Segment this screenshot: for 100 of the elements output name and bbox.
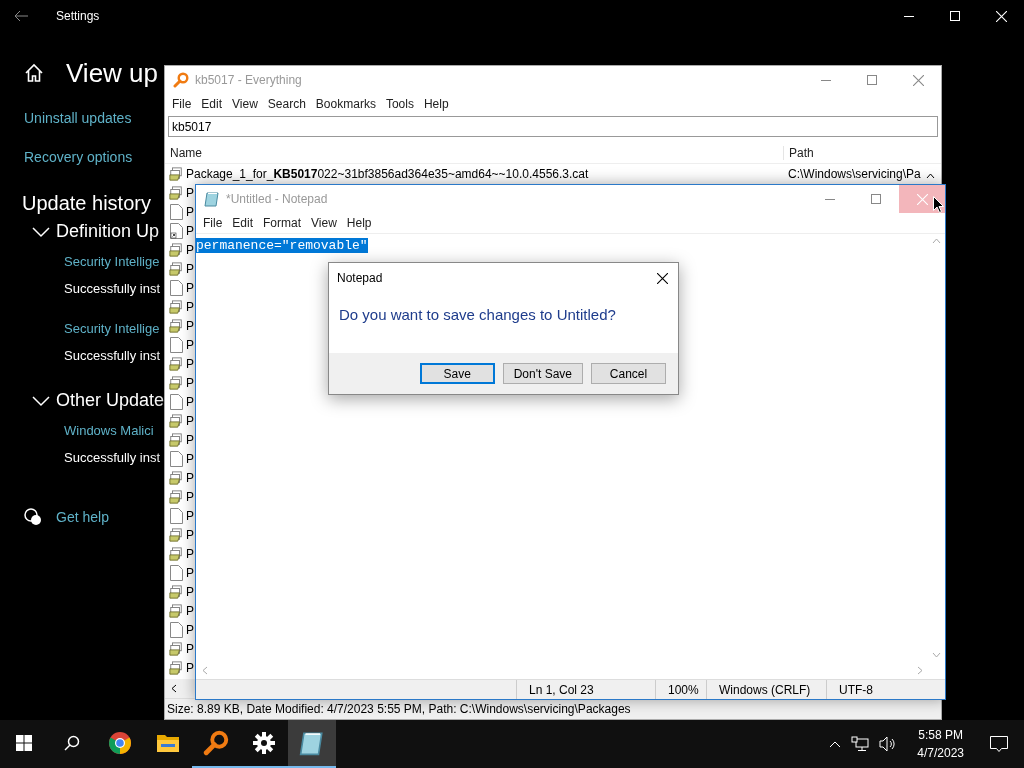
file-name[interactable]: P bbox=[183, 451, 194, 466]
taskbar-app[interactable] bbox=[288, 720, 336, 768]
package-file-icon bbox=[169, 545, 183, 562]
package-file-icon bbox=[169, 298, 183, 315]
dialog-message: Do you want to save changes to Untitled? bbox=[338, 305, 617, 325]
group-heading: Definition Up bbox=[56, 221, 160, 242]
file-name[interactable]: P bbox=[183, 204, 194, 219]
notepad-icon bbox=[204, 191, 220, 207]
file-name[interactable]: P bbox=[183, 413, 194, 428]
status-item: Ln 1, Col 23 bbox=[516, 680, 655, 699]
file-name[interactable]: P bbox=[183, 546, 194, 561]
file-icon bbox=[169, 507, 183, 524]
file-name[interactable]: P bbox=[183, 565, 194, 580]
scroll-up-icon[interactable] bbox=[926, 173, 935, 179]
package-file-icon bbox=[169, 165, 183, 182]
file-name[interactable]: P bbox=[183, 356, 194, 371]
dialog-button[interactable]: Cancel bbox=[591, 363, 666, 384]
menu-item[interactable]: Bookmarks bbox=[310, 97, 381, 111]
file-name[interactable]: P bbox=[183, 394, 194, 409]
file-name[interactable]: P bbox=[183, 622, 194, 637]
file-path: C:\Windows\servicing\Pa bbox=[787, 166, 922, 181]
package-file-icon bbox=[169, 659, 183, 676]
shortcut-file-icon bbox=[169, 222, 183, 239]
close-icon bbox=[656, 272, 668, 284]
file-icon bbox=[169, 621, 183, 638]
window-title: Settings bbox=[56, 9, 100, 23]
update-link[interactable]: Security Intellige bbox=[64, 254, 160, 269]
menu-item[interactable]: Edit bbox=[196, 97, 228, 111]
column-header[interactable]: Name bbox=[165, 145, 783, 160]
file-name[interactable]: P bbox=[183, 489, 194, 504]
file-name[interactable]: P bbox=[183, 470, 194, 485]
file-name[interactable]: P bbox=[183, 660, 194, 675]
menu-item[interactable]: Help bbox=[418, 97, 454, 111]
file-name[interactable]: P bbox=[183, 641, 194, 656]
menu-item[interactable]: File bbox=[198, 216, 228, 230]
maximize-icon bbox=[950, 11, 960, 21]
window-title: *Untitled - Notepad bbox=[226, 192, 328, 206]
file-icon bbox=[169, 450, 183, 467]
editor-text[interactable]: permanence="removable" bbox=[196, 238, 368, 253]
chevron-up-icon[interactable] bbox=[829, 740, 842, 748]
maximize-icon bbox=[867, 75, 877, 85]
menu-item[interactable]: Format bbox=[258, 216, 307, 230]
close-button[interactable] bbox=[899, 185, 945, 213]
file-icon bbox=[169, 203, 183, 220]
file-icon bbox=[169, 279, 183, 296]
menu-item[interactable]: Search bbox=[262, 97, 311, 111]
menu-item[interactable]: Tools bbox=[380, 97, 419, 111]
package-file-icon bbox=[169, 469, 183, 486]
package-file-icon bbox=[169, 355, 183, 372]
status-bar: Size: 8.89 KB, Date Modified: 4/7/2023 5:55 PM, Path: C:\Windows\servicing\Packages bbox=[165, 698, 941, 719]
windows-logo-icon bbox=[16, 735, 32, 751]
status-item: 100% bbox=[655, 680, 706, 699]
network-icon[interactable] bbox=[851, 736, 870, 752]
column-header[interactable]: Path bbox=[783, 145, 925, 160]
update-link[interactable]: Windows Malici bbox=[64, 423, 154, 438]
update-status: Successfully inst bbox=[64, 281, 161, 296]
file-icon bbox=[169, 393, 183, 410]
file-name[interactable]: P bbox=[183, 508, 194, 523]
file-name[interactable]: P bbox=[183, 337, 194, 352]
search-field[interactable]: kb5017 bbox=[168, 116, 938, 137]
browser-icon bbox=[108, 731, 132, 755]
minimize-icon bbox=[825, 198, 835, 200]
menu-item[interactable]: View bbox=[227, 97, 263, 111]
dialog-button[interactable]: Don't Save bbox=[502, 363, 583, 384]
menu-item[interactable]: File bbox=[167, 97, 197, 111]
file-name[interactable]: P bbox=[183, 242, 194, 257]
file-name[interactable]: P bbox=[183, 603, 194, 618]
speaker-icon[interactable] bbox=[879, 736, 898, 752]
file-name[interactable]: P bbox=[183, 223, 194, 238]
clock-time[interactable]: 5:58 PM bbox=[918, 728, 963, 742]
settings-link[interactable]: Recovery options bbox=[24, 149, 133, 165]
package-file-icon bbox=[169, 431, 183, 448]
menu-item[interactable]: Help bbox=[341, 216, 377, 230]
file-name[interactable]: P bbox=[183, 280, 194, 295]
clock-date[interactable]: 4/7/2023 bbox=[917, 746, 964, 760]
file-icon bbox=[169, 564, 183, 581]
menu-item[interactable]: View bbox=[306, 216, 342, 230]
file-name[interactable]: P bbox=[183, 299, 194, 314]
settings-link[interactable]: Uninstall updates bbox=[24, 110, 132, 126]
update-link[interactable]: Security Intellige bbox=[64, 321, 160, 336]
dialog-button[interactable]: Save bbox=[419, 363, 495, 384]
menu-item[interactable]: Edit bbox=[227, 216, 259, 230]
home-icon[interactable] bbox=[24, 63, 44, 83]
minimize-icon bbox=[821, 79, 831, 81]
file-name[interactable]: P bbox=[183, 261, 194, 276]
file-name[interactable]: P bbox=[183, 185, 194, 200]
file-icon bbox=[169, 336, 183, 353]
dialog-title: Notepad bbox=[337, 271, 383, 285]
file-name[interactable]: P bbox=[183, 318, 194, 333]
back-arrow-icon[interactable] bbox=[14, 10, 28, 22]
file-name[interactable]: P bbox=[183, 527, 194, 542]
package-file-icon bbox=[169, 583, 183, 600]
scroll-left-icon[interactable] bbox=[171, 684, 177, 693]
file-name[interactable]: P bbox=[183, 584, 194, 599]
group-heading: Other Update bbox=[56, 390, 165, 411]
notifications-icon[interactable] bbox=[990, 735, 1008, 753]
file-name[interactable]: Package_1_for_KB5017022~31bf3856ad364e35~amd64~~10.0.4556.3.cat bbox=[183, 166, 589, 181]
file-name[interactable]: P bbox=[183, 432, 194, 447]
file-name[interactable]: P bbox=[183, 375, 194, 390]
help-link[interactable]: Get help bbox=[56, 509, 109, 525]
